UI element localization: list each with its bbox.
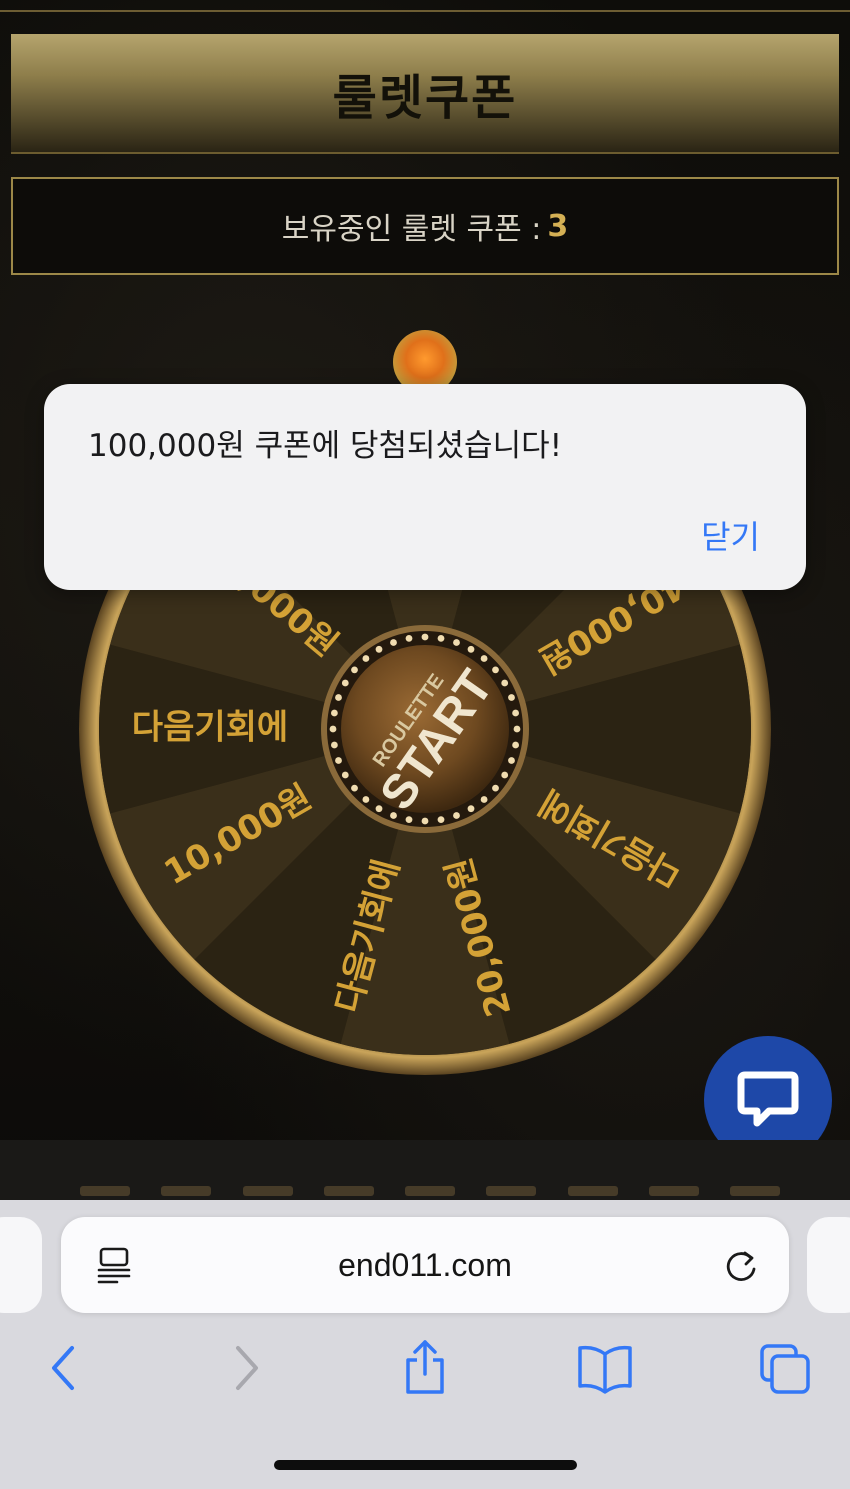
next-tab-peek[interactable] xyxy=(807,1217,850,1313)
hub-light xyxy=(351,784,358,792)
back-icon[interactable] xyxy=(44,1340,84,1396)
hub-light xyxy=(421,817,429,825)
hub-light xyxy=(508,757,515,764)
hub-light xyxy=(375,645,383,653)
coupon-count-label: 보유중인 룰렛 쿠폰 : xyxy=(281,212,542,247)
hub-light xyxy=(390,639,397,646)
prev-tab-peek[interactable] xyxy=(0,1217,42,1313)
hub-light xyxy=(467,805,475,813)
hub-light xyxy=(467,645,475,653)
provider-logo xyxy=(80,1186,130,1196)
hub-light xyxy=(501,679,509,687)
provider-logo xyxy=(323,1186,374,1196)
hub-light xyxy=(335,694,342,701)
hub-light xyxy=(453,812,460,819)
hub-light xyxy=(513,725,521,733)
hub-light xyxy=(480,796,488,803)
hub-light xyxy=(437,816,445,823)
hub-light xyxy=(492,666,499,674)
home-indicator xyxy=(274,1460,577,1470)
hub-light xyxy=(512,709,519,717)
reload-icon[interactable] xyxy=(721,1245,761,1285)
wheel-segment-label: 다음기회에 xyxy=(132,708,288,748)
url-text: end011.com xyxy=(338,1247,512,1283)
hub-light xyxy=(362,655,370,662)
provider-logo xyxy=(648,1186,699,1196)
hub-light xyxy=(480,655,488,662)
tabs-icon[interactable] xyxy=(758,1340,814,1396)
title-banner: 룰렛쿠폰 xyxy=(11,34,839,154)
forward-icon[interactable] xyxy=(226,1340,266,1396)
hub-light xyxy=(512,741,519,749)
hub-light xyxy=(508,694,515,701)
hub-light xyxy=(421,633,429,641)
hub-light xyxy=(501,771,509,779)
provider-logo xyxy=(567,1186,618,1196)
provider-logo xyxy=(405,1186,455,1196)
address-bar[interactable]: end011.com xyxy=(61,1217,789,1313)
hub-light xyxy=(375,805,383,813)
close-button[interactable]: 닫기 xyxy=(701,512,760,558)
hub-light xyxy=(362,796,370,803)
provider-logos xyxy=(80,1186,780,1200)
hub-light xyxy=(492,784,499,792)
hub-light xyxy=(405,635,413,642)
hub-light xyxy=(390,812,397,819)
hub-light xyxy=(341,679,349,687)
hub-light xyxy=(331,709,338,717)
hub-light xyxy=(341,771,349,779)
share-icon[interactable] xyxy=(400,1340,450,1396)
hub-light xyxy=(335,757,342,764)
provider-logo xyxy=(161,1186,212,1196)
provider-logo xyxy=(486,1186,537,1196)
hub-light xyxy=(351,666,358,674)
coupon-count-value: 3 xyxy=(547,208,569,244)
alert-message: 100,000원 쿠폰에 당첨되셨습니다! xyxy=(88,428,563,464)
chat-bubble-icon xyxy=(737,1071,799,1127)
hub-light xyxy=(453,639,460,646)
hub-light xyxy=(329,725,337,733)
hub-light xyxy=(437,635,445,642)
top-divider xyxy=(0,10,850,12)
bookmarks-icon[interactable] xyxy=(576,1340,634,1396)
coupon-count-box: 보유중인 룰렛 쿠폰 : 3 xyxy=(11,177,839,275)
provider-logo xyxy=(730,1186,780,1196)
page-title: 룰렛쿠폰 xyxy=(332,70,518,126)
hub-light xyxy=(331,741,338,749)
provider-logo xyxy=(242,1186,293,1196)
alert-dialog: 100,000원 쿠폰에 당첨되셨습니다! 닫기 xyxy=(44,384,806,590)
